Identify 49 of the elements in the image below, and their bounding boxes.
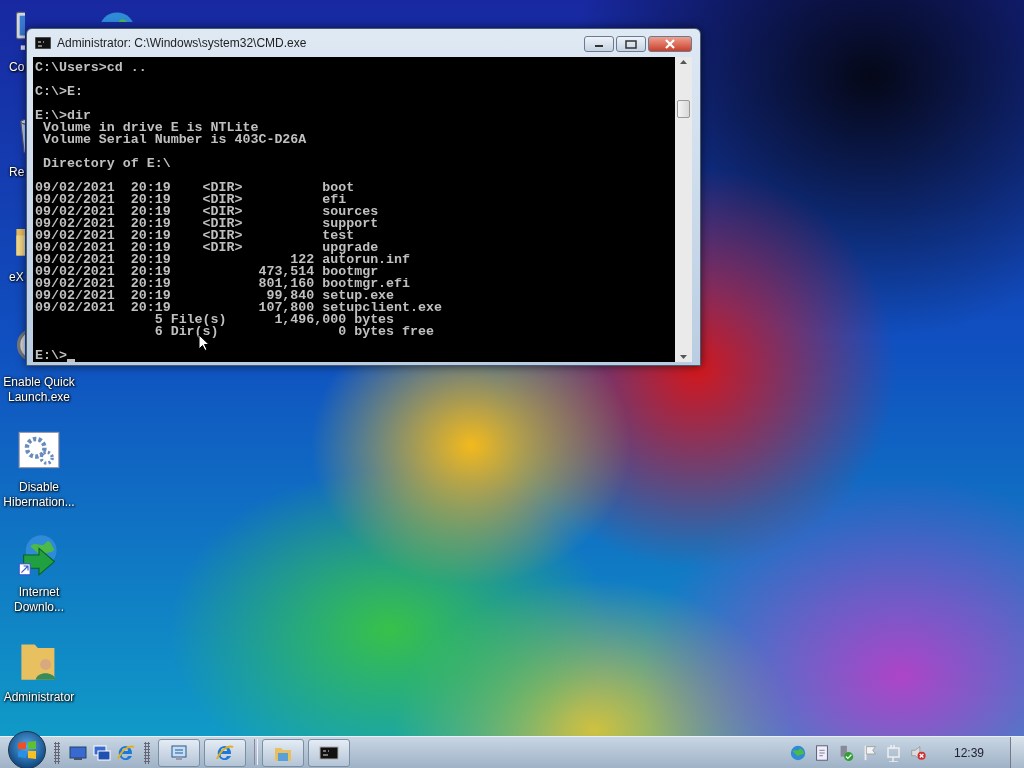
remote-desktop-icon xyxy=(169,742,189,763)
scrollbar[interactable] xyxy=(675,57,692,362)
console-line: 09/02/2021 20:19 107,800 setupclient.exe xyxy=(35,302,442,314)
clock[interactable]: 12:39 xyxy=(953,745,984,760)
console-line: 09/02/2021 20:19 122 autorun.inf xyxy=(35,254,411,266)
close-icon xyxy=(664,39,676,49)
icon-label: Internet Downlo... xyxy=(13,585,65,615)
minimize-button[interactable] xyxy=(584,36,614,52)
browser-e-icon xyxy=(215,742,235,763)
console-line: E:\>dir xyxy=(35,110,91,122)
console-line: Directory of E:\ xyxy=(41,158,171,170)
console-line: 09/02/2021 20:19 473,514 bootmgr xyxy=(35,266,379,278)
console-line: 09/02/2021 20:19 <DIR> boot xyxy=(35,182,355,194)
scroll-down-icon[interactable] xyxy=(679,352,688,362)
console-line: 09/02/2021 20:19 <DIR> upgrade xyxy=(35,242,379,254)
console-line: C:\>E: xyxy=(35,86,83,98)
console-line: 6 Dir(s) 0 bytes free xyxy=(153,326,434,338)
icon-label: Enable Quick Launch.exe xyxy=(2,375,76,405)
console-line: Volume Serial Number is 403C-D26A xyxy=(41,134,307,146)
speaker-muted-icon[interactable] xyxy=(908,743,927,762)
console-icon xyxy=(35,37,51,49)
start-button[interactable] xyxy=(8,730,46,768)
icon-label: Re xyxy=(8,165,26,180)
windows-stack-icon xyxy=(92,742,112,763)
maximize-button[interactable] xyxy=(616,36,646,52)
console-prompt: E:\> xyxy=(35,350,67,362)
window-title: Administrator: C:\Windows\system32\CMD.exe xyxy=(57,36,308,50)
console-line: 09/02/2021 20:19 <DIR> efi xyxy=(35,194,347,206)
icon-label: Disable Hibernation... xyxy=(2,480,76,510)
text-cursor xyxy=(66,359,75,362)
scroll-up-icon[interactable] xyxy=(679,57,688,67)
browser-e-icon xyxy=(116,742,136,763)
console-line: Volume in drive E is NTLite xyxy=(41,122,259,134)
windows-logo-icon xyxy=(16,739,38,760)
show-desktop-button[interactable] xyxy=(1010,736,1024,768)
taskbar-button[interactable] xyxy=(308,738,350,767)
close-button[interactable] xyxy=(648,36,692,52)
console-line: 09/02/2021 20:19 <DIR> sources xyxy=(35,206,379,218)
console-line: C:\Users>cd .. xyxy=(35,62,147,74)
console-line: 09/02/2021 20:19 <DIR> test xyxy=(35,230,355,242)
icon-label: Administrator xyxy=(2,690,76,705)
browser-e-button[interactable] xyxy=(116,742,136,763)
console-line: 09/02/2021 20:19 99,840 setup.exe xyxy=(35,290,395,302)
console-line: 5 File(s) 1,496,000 bytes xyxy=(153,314,395,326)
windows-stack-button[interactable] xyxy=(92,742,112,763)
maximize-icon xyxy=(625,39,637,49)
scrollbar-thumb[interactable] xyxy=(677,100,690,118)
console-line: 09/02/2021 20:19 <DIR> support xyxy=(35,218,379,230)
console-line: 09/02/2021 20:19 801,160 bootmgr.efi xyxy=(35,278,411,290)
